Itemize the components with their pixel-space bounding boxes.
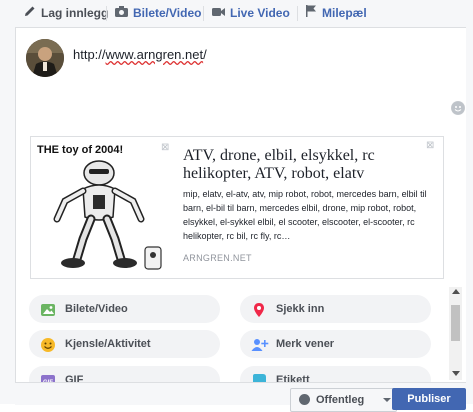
link-preview-title: ATV, drone, elbil, elsykkel, rc helikopt… (183, 147, 375, 182)
publish-button[interactable]: Publiser (392, 388, 466, 410)
video-camera-icon (212, 0, 225, 27)
tab-milestone-label: Milepæl (322, 6, 367, 20)
composer-tabs: Lag innlegg Bilete/Video Live Video Mile… (15, 0, 466, 28)
left-edge (0, 0, 16, 404)
link-preview-description: mip, elatv, el-atv, atv, mip robot, robo… (183, 189, 427, 241)
chevron-down-icon (383, 398, 391, 402)
option-label: Sjekk inn (276, 303, 325, 315)
location-pin-icon (251, 301, 267, 317)
remove-preview-icon[interactable]: ⊠ (426, 140, 434, 151)
tab-divider (297, 6, 298, 21)
post-text-prefix: http:// (73, 47, 106, 62)
tab-photo-video-label: Bilete/Video (133, 6, 202, 20)
scroll-down-arrow-icon[interactable] (452, 371, 460, 376)
globe-icon (299, 394, 310, 405)
tab-photo-video[interactable]: Bilete/Video (115, 0, 201, 27)
post-text-link: www.arngren.net (105, 47, 204, 62)
smiley-icon (40, 336, 56, 352)
scrollbar-thumb[interactable] (451, 305, 460, 341)
tab-milestone[interactable]: Milepæl (306, 0, 367, 27)
scroll-up-arrow-icon[interactable] (452, 289, 460, 294)
flag-icon (306, 0, 317, 27)
pencil-icon (24, 0, 36, 27)
option-label: Merk vener (276, 338, 335, 350)
privacy-label: Offentleg (316, 394, 365, 406)
tag-friends-icon (251, 336, 269, 352)
options-scrollbar[interactable] (449, 287, 462, 380)
option-feeling-activity[interactable]: Kjensle/Aktivitet (29, 330, 220, 358)
tab-create-post-label: Lag innlegg (41, 6, 109, 20)
tab-divider (203, 6, 204, 21)
post-text-input[interactable]: http://www.arngren.net/ (73, 47, 207, 62)
option-tag-friends[interactable]: Merk vener (240, 330, 431, 358)
link-preview-card[interactable]: THE toy of 2004! ⊠ ATV, drone, elbil, el… (30, 136, 444, 279)
option-photo-video[interactable]: Bilete/Video (29, 295, 220, 323)
post-text-suffix: / (203, 47, 207, 62)
camera-icon (115, 0, 128, 27)
composer-footer: Offentleg Publiser (15, 382, 466, 412)
tab-live-video-label: Live Video (230, 6, 290, 20)
close-image-icon[interactable]: ⊠ (161, 142, 169, 153)
emoji-icon[interactable] (451, 101, 465, 115)
option-label: Bilete/Video (65, 303, 128, 315)
image-caption: THE toy of 2004! (37, 144, 123, 156)
option-label: Kjensle/Aktivitet (65, 338, 151, 350)
privacy-selector[interactable]: Offentleg (290, 388, 397, 412)
tab-create-post[interactable]: Lag innlegg (24, 0, 108, 27)
tab-live-video[interactable]: Live Video (212, 0, 290, 27)
link-preview-domain: ARNGREN.NET (183, 253, 252, 263)
right-edge (466, 0, 473, 404)
avatar (26, 39, 64, 77)
photo-icon (40, 301, 56, 317)
option-check-in[interactable]: Sjekk inn (240, 295, 431, 323)
link-preview-image: THE toy of 2004! ⊠ (33, 139, 175, 275)
tab-divider (106, 6, 107, 21)
